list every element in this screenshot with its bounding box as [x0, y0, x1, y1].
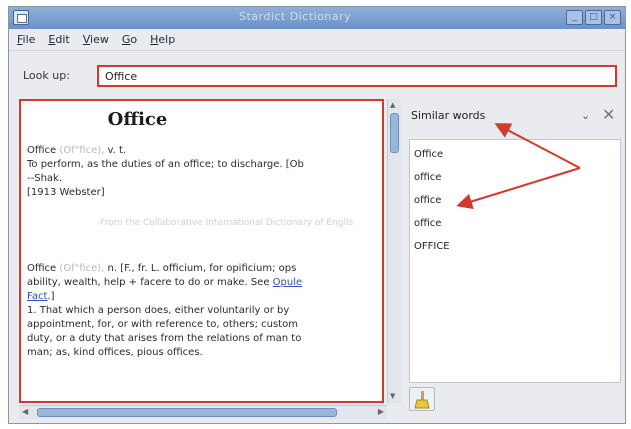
entry-2-text: .] — [47, 291, 55, 302]
entry-2-head: Office — [27, 263, 57, 274]
menu-go[interactable]: Go — [122, 33, 137, 46]
definition-word-title: Office — [107, 109, 168, 130]
entry-2-line: duty, or a duty that arises from the rel… — [27, 333, 302, 344]
horizontal-scroll-thumb[interactable] — [37, 408, 337, 417]
similar-words-header: Similar words ⌄ ✕ — [403, 99, 625, 129]
entry-2-text: n. [F., fr. L. officium, for opificium; … — [107, 263, 297, 274]
dictionary-icon[interactable] — [13, 10, 29, 25]
menu-view[interactable]: View — [83, 33, 109, 46]
definition-vertical-scrollbar[interactable]: ▲ ▼ — [387, 99, 401, 403]
entry-1-line: [1913 Webster] — [27, 187, 105, 198]
scroll-right-icon[interactable]: ▶ — [378, 407, 384, 416]
entry-2-line: appointment, for, or with reference to, … — [27, 319, 298, 330]
scroll-up-icon[interactable]: ▲ — [390, 101, 399, 110]
entry-1-pos: v. t. — [107, 145, 127, 156]
opulent-link[interactable]: Opule — [273, 277, 303, 288]
clear-button[interactable] — [409, 387, 435, 411]
menu-edit[interactable]: Edit — [48, 33, 69, 46]
entry-2-text: ability, wealth, help + facere to do or … — [27, 277, 270, 288]
lookup-row: Look up: — [9, 61, 625, 91]
window-title: Stardict Dictionary — [239, 10, 352, 23]
menu-bar: File Edit View Go Help — [9, 29, 625, 51]
title-bar[interactable]: Stardict Dictionary _ □ × — [9, 7, 625, 29]
entry-2-line: 1. That which a person does, either volu… — [27, 305, 290, 316]
definition-entry-1: Office (Of"fice), v. t. To perform, as t… — [27, 144, 378, 200]
scroll-left-icon[interactable]: ◀ — [22, 407, 28, 416]
menu-help[interactable]: Help — [150, 33, 175, 46]
menu-file[interactable]: File — [17, 33, 35, 46]
list-item[interactable]: office — [414, 171, 620, 194]
similar-words-list[interactable]: Office office office office OFFICE — [409, 139, 621, 383]
entry-1-pron: (Of"fice), — [59, 145, 105, 156]
app-window: Stardict Dictionary _ □ × File Edit View… — [8, 6, 626, 424]
entry-1-head: Office — [27, 145, 57, 156]
similar-words-panel: Similar words ⌄ ✕ Office office office o… — [403, 99, 625, 419]
list-item[interactable]: OFFICE — [414, 240, 620, 263]
entry-1-line: --Shak. — [27, 173, 62, 184]
entry-2-line: man; as, kind offices, pious offices. — [27, 347, 203, 358]
definition-entry-2: Office (Of"fice), n. [F., fr. L. officiu… — [27, 262, 378, 360]
similar-words-title[interactable]: Similar words — [411, 109, 485, 122]
entry-2-pron: (Of"fice), — [59, 263, 105, 274]
definition-panel[interactable]: Office Office (Of"fice), v. t. To perfor… — [19, 99, 384, 403]
broom-icon — [414, 391, 430, 409]
list-item[interactable]: office — [414, 217, 620, 240]
minimize-button[interactable]: _ — [566, 10, 583, 25]
definition-horizontal-scrollbar[interactable]: ◀ ▶ — [19, 405, 387, 419]
lookup-input[interactable] — [97, 65, 617, 87]
window-controls: _ □ × — [566, 10, 621, 25]
fact-link[interactable]: Fact — [27, 291, 47, 302]
chevron-down-icon[interactable]: ⌄ — [581, 109, 590, 122]
close-window-button[interactable]: × — [604, 10, 621, 25]
scroll-down-icon[interactable]: ▼ — [390, 392, 399, 401]
lookup-label: Look up: — [23, 69, 70, 82]
close-icon[interactable]: ✕ — [602, 105, 615, 124]
vertical-scroll-thumb[interactable] — [390, 113, 399, 153]
dictionary-source-separator: -From the Collaborative International Di… — [97, 218, 354, 228]
list-item[interactable]: Office — [414, 148, 620, 171]
list-item[interactable]: office — [414, 194, 620, 217]
entry-1-line: To perform, as the duties of an office; … — [27, 159, 304, 170]
maximize-button[interactable]: □ — [585, 10, 602, 25]
